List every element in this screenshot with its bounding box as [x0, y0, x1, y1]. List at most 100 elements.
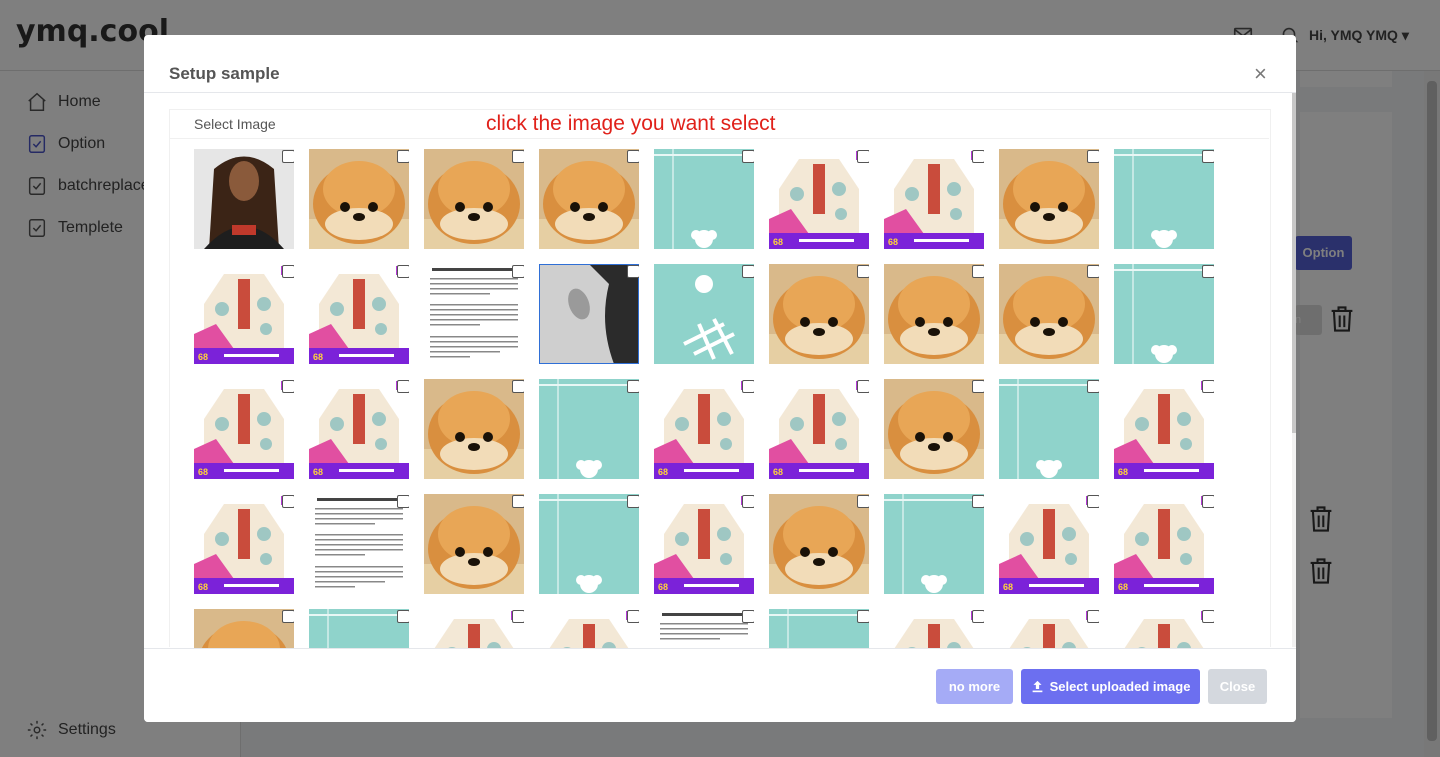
select-checkbox[interactable]: [397, 610, 409, 623]
select-checkbox[interactable]: [1087, 610, 1099, 623]
image-thumbnail[interactable]: [539, 379, 639, 479]
select-checkbox[interactable]: [627, 380, 639, 393]
image-thumbnail[interactable]: [424, 494, 524, 594]
select-checkbox[interactable]: [742, 610, 754, 623]
select-checkbox[interactable]: [972, 495, 984, 508]
select-checkbox[interactable]: [1202, 265, 1214, 278]
image-thumbnail[interactable]: [539, 494, 639, 594]
svg-text:68: 68: [198, 582, 208, 592]
image-thumbnail[interactable]: 68: [654, 379, 754, 479]
select-checkbox[interactable]: [972, 265, 984, 278]
select-checkbox[interactable]: [1202, 610, 1214, 623]
select-checkbox[interactable]: [512, 150, 524, 163]
select-checkbox[interactable]: [397, 150, 409, 163]
select-checkbox[interactable]: [972, 150, 984, 163]
select-checkbox[interactable]: [972, 610, 984, 623]
select-checkbox[interactable]: [512, 610, 524, 623]
no-more-button[interactable]: no more: [936, 669, 1013, 704]
select-checkbox[interactable]: [282, 380, 294, 393]
image-thumbnail[interactable]: [999, 379, 1099, 479]
image-thumbnail[interactable]: [654, 149, 754, 249]
image-thumbnail[interactable]: [424, 264, 524, 364]
select-checkbox[interactable]: [857, 150, 869, 163]
image-thumbnail[interactable]: [309, 494, 409, 594]
select-checkbox[interactable]: [742, 150, 754, 163]
image-thumbnail[interactable]: [884, 264, 984, 364]
image-thumbnail[interactable]: [424, 379, 524, 479]
image-thumbnail[interactable]: 68: [884, 149, 984, 249]
image-thumbnail[interactable]: 68: [1114, 494, 1214, 594]
image-thumbnail[interactable]: 68: [769, 379, 869, 479]
select-checkbox[interactable]: [742, 265, 754, 278]
image-thumbnail[interactable]: [309, 149, 409, 249]
select-checkbox[interactable]: [627, 265, 639, 278]
select-checkbox[interactable]: [1202, 150, 1214, 163]
select-checkbox[interactable]: [282, 610, 294, 623]
image-thumbnail[interactable]: [999, 149, 1099, 249]
select-checkbox[interactable]: [627, 495, 639, 508]
instruction-hint: click the image you want select: [486, 112, 776, 135]
image-thumbnail[interactable]: [999, 264, 1099, 364]
select-checkbox[interactable]: [742, 380, 754, 393]
svg-text:68: 68: [1003, 582, 1013, 592]
select-checkbox[interactable]: [282, 150, 294, 163]
image-thumbnail[interactable]: 68: [309, 379, 409, 479]
select-checkbox[interactable]: [282, 495, 294, 508]
select-checkbox[interactable]: [627, 610, 639, 623]
image-thumbnail[interactable]: 68: [999, 494, 1099, 594]
select-checkbox[interactable]: [512, 380, 524, 393]
svg-text:68: 68: [658, 467, 668, 477]
image-thumbnail[interactable]: 68: [654, 494, 754, 594]
modal-title: Setup sample: [169, 64, 280, 83]
image-thumbnail[interactable]: [1114, 264, 1214, 364]
image-thumbnail[interactable]: [769, 494, 869, 594]
select-checkbox[interactable]: [1087, 265, 1099, 278]
select-checkbox[interactable]: [1202, 495, 1214, 508]
select-checkbox[interactable]: [857, 265, 869, 278]
select-checkbox[interactable]: [512, 265, 524, 278]
select-checkbox[interactable]: [397, 380, 409, 393]
image-thumbnail[interactable]: [539, 264, 639, 364]
image-thumbnail[interactable]: 68: [769, 149, 869, 249]
image-thumbnail[interactable]: 68: [194, 494, 294, 594]
setup-sample-modal: Setup sample × Select Image click the im…: [144, 35, 1296, 722]
divider: [169, 138, 1269, 139]
image-thumbnail[interactable]: [884, 379, 984, 479]
select-checkbox[interactable]: [627, 150, 639, 163]
image-thumbnail[interactable]: 68: [194, 264, 294, 364]
select-checkbox[interactable]: [512, 495, 524, 508]
select-checkbox[interactable]: [857, 610, 869, 623]
modal-scrollbar[interactable]: [1292, 93, 1296, 647]
image-thumbnail[interactable]: [194, 149, 294, 249]
image-thumbnail[interactable]: 68: [194, 379, 294, 479]
select-checkbox[interactable]: [1202, 380, 1214, 393]
image-thumbnail[interactable]: [539, 149, 639, 249]
select-checkbox[interactable]: [397, 265, 409, 278]
select-uploaded-image-button[interactable]: Select uploaded image: [1021, 669, 1200, 704]
modal-header: Setup sample ×: [144, 35, 1296, 93]
image-thumbnail[interactable]: 68: [309, 264, 409, 364]
image-thumbnail[interactable]: [884, 494, 984, 594]
svg-text:68: 68: [313, 352, 323, 362]
image-thumbnail[interactable]: [1114, 149, 1214, 249]
image-thumbnail[interactable]: [424, 149, 524, 249]
select-checkbox[interactable]: [857, 380, 869, 393]
image-thumbnail[interactable]: [654, 264, 754, 364]
close-button[interactable]: Close: [1208, 669, 1267, 704]
select-checkbox[interactable]: [1087, 380, 1099, 393]
svg-text:68: 68: [773, 467, 783, 477]
svg-text:68: 68: [773, 237, 783, 247]
close-icon[interactable]: ×: [1254, 63, 1267, 85]
svg-text:68: 68: [1118, 582, 1128, 592]
select-checkbox[interactable]: [972, 380, 984, 393]
select-checkbox[interactable]: [1087, 495, 1099, 508]
select-checkbox[interactable]: [397, 495, 409, 508]
select-image-label: Select Image: [194, 116, 276, 132]
image-thumbnail[interactable]: 68: [1114, 379, 1214, 479]
image-thumbnail[interactable]: [769, 264, 869, 364]
select-checkbox[interactable]: [857, 495, 869, 508]
select-checkbox[interactable]: [742, 495, 754, 508]
select-checkbox[interactable]: [282, 265, 294, 278]
select-checkbox[interactable]: [1087, 150, 1099, 163]
svg-text:68: 68: [1118, 467, 1128, 477]
